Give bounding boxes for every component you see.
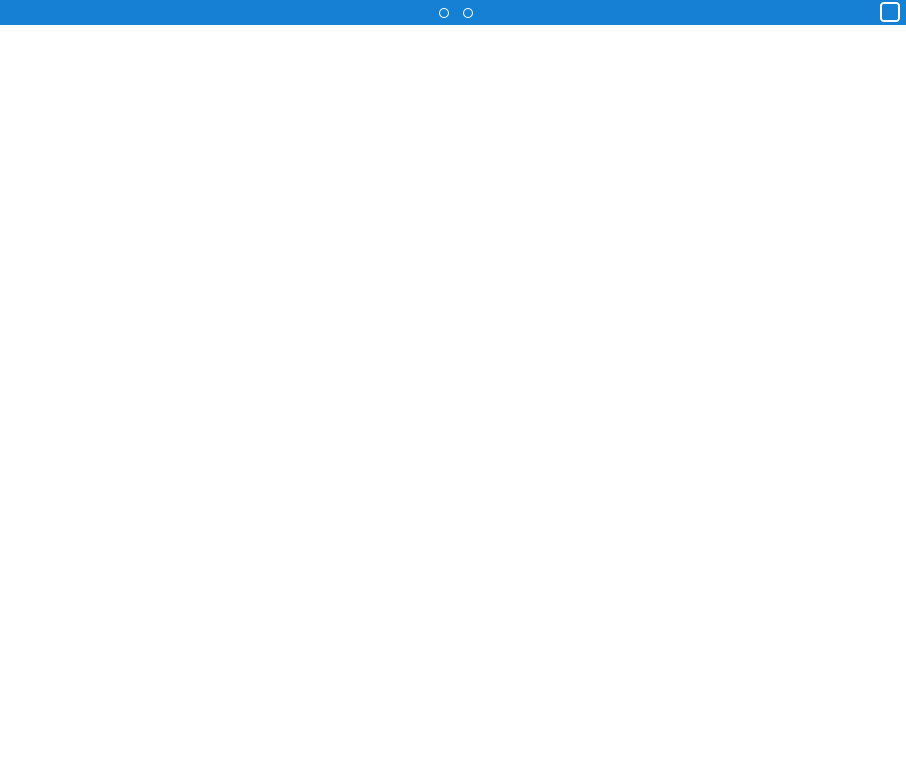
- close-button[interactable]: [880, 2, 900, 22]
- titlebar: [0, 0, 906, 25]
- radio-vertical[interactable]: [439, 8, 449, 18]
- radio-horizontal[interactable]: [463, 8, 473, 18]
